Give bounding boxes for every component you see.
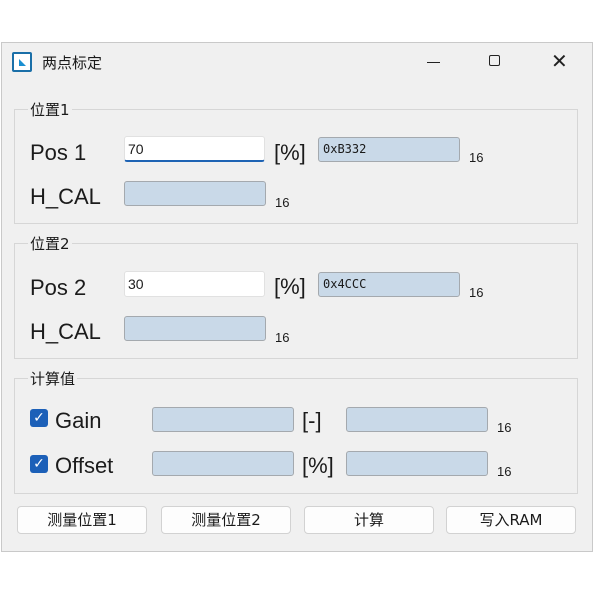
offset-hex-field[interactable] bbox=[346, 451, 488, 476]
minimize-icon bbox=[427, 62, 440, 63]
gain-checkbox[interactable]: ✓ bbox=[30, 409, 48, 427]
gain-field[interactable] bbox=[152, 407, 294, 432]
write-ram-button[interactable]: 写入RAM bbox=[446, 506, 576, 534]
maximize-icon bbox=[489, 55, 500, 66]
hcal1-suffix: 16 bbox=[275, 195, 290, 210]
app-icon bbox=[12, 52, 32, 72]
hcal2-label: H_CAL bbox=[30, 319, 101, 344]
gain-hex-field[interactable] bbox=[346, 407, 488, 432]
pos1-hex-suffix: 16 bbox=[469, 150, 484, 165]
checkmark-icon: ✓ bbox=[33, 456, 45, 472]
pos2-label: Pos 2 bbox=[30, 275, 87, 300]
title-bar[interactable]: 两点标定 ✕ bbox=[2, 43, 592, 81]
gain-suffix: 16 bbox=[497, 420, 512, 435]
pos2-unit: [%] bbox=[274, 274, 306, 299]
hcal2-suffix: 16 bbox=[275, 330, 290, 345]
pos1-unit: [%] bbox=[274, 140, 306, 165]
close-icon: ✕ bbox=[551, 49, 568, 73]
calibration-window: 两点标定 ✕ 位置1 Pos 1 70 [%] 0xB332 16 H_CAL … bbox=[1, 42, 593, 552]
offset-label: Offset bbox=[55, 453, 114, 478]
measure-position2-button[interactable]: 测量位置2 bbox=[161, 506, 291, 534]
minimize-button[interactable] bbox=[410, 47, 456, 77]
offset-suffix: 16 bbox=[497, 464, 512, 479]
gain-label: Gain bbox=[55, 408, 102, 433]
close-button[interactable]: ✕ bbox=[537, 47, 583, 77]
offset-checkbox[interactable]: ✓ bbox=[30, 455, 48, 473]
position2-group-title: 位置2 bbox=[28, 233, 72, 254]
measure-position1-button[interactable]: 测量位置1 bbox=[17, 506, 147, 534]
pos2-hex-field[interactable]: 0x4CCC bbox=[318, 272, 460, 297]
maximize-button[interactable] bbox=[472, 47, 518, 77]
position1-group-title: 位置1 bbox=[28, 99, 72, 120]
pos1-label: Pos 1 bbox=[30, 140, 87, 165]
hcal1-label: H_CAL bbox=[30, 184, 101, 209]
pos1-hex-field[interactable]: 0xB332 bbox=[318, 137, 460, 162]
pos1-input[interactable]: 70 bbox=[124, 136, 265, 162]
pos2-input[interactable]: 30 bbox=[124, 271, 265, 297]
hcal1-field[interactable] bbox=[124, 181, 266, 206]
window-title: 两点标定 bbox=[42, 54, 103, 72]
offset-unit: [%] bbox=[302, 453, 334, 478]
pos2-hex-suffix: 16 bbox=[469, 285, 484, 300]
offset-field[interactable] bbox=[152, 451, 294, 476]
checkmark-icon: ✓ bbox=[33, 410, 45, 426]
calculated-group-title: 计算值 bbox=[28, 368, 78, 389]
compute-button[interactable]: 计算 bbox=[304, 506, 434, 534]
hcal2-field[interactable] bbox=[124, 316, 266, 341]
gain-unit: [-] bbox=[302, 408, 322, 433]
